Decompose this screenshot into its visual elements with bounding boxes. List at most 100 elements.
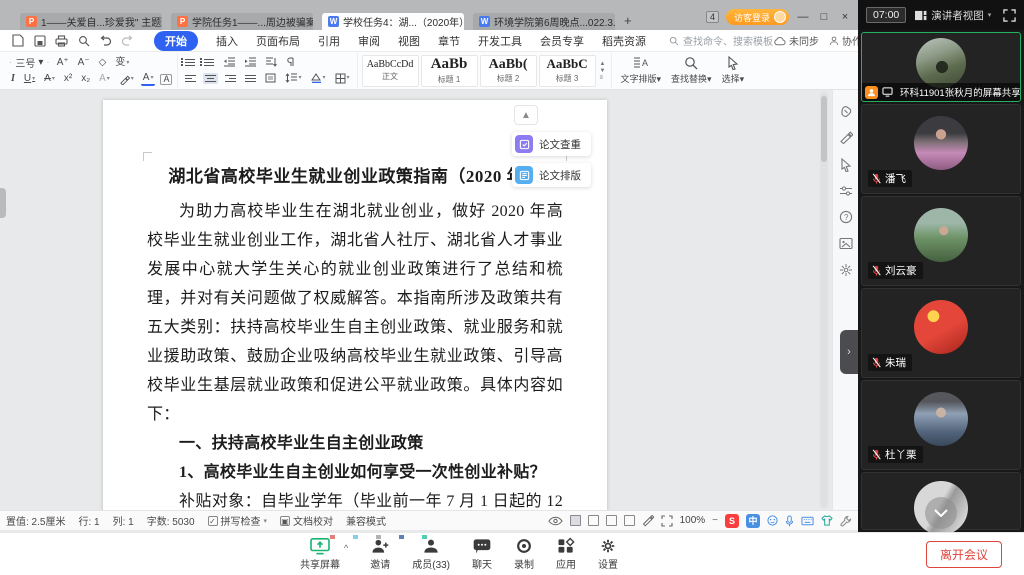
style-heading1[interactable]: AaBb 标题 1 xyxy=(421,55,478,87)
ribbon-tab-section[interactable]: 章节 xyxy=(438,33,460,49)
undo-icon[interactable] xyxy=(98,33,113,48)
settings-button[interactable]: 设置 xyxy=(598,537,618,571)
scrollbar-thumb[interactable] xyxy=(821,96,827,162)
fit-page-icon[interactable] xyxy=(661,515,673,527)
chat-button[interactable]: 聊天 xyxy=(472,537,492,571)
video-tile[interactable]: 刘云豪 xyxy=(861,196,1021,286)
left-panel-handle[interactable] xyxy=(0,188,6,218)
decrease-indent-icon[interactable] xyxy=(221,56,237,68)
clear-format-icon[interactable]: ◇ xyxy=(97,57,109,69)
strikethrough-icon[interactable]: A▾ xyxy=(42,73,57,85)
fullscreen-icon[interactable] xyxy=(1003,9,1016,22)
pen-icon[interactable] xyxy=(839,131,853,145)
font-color-icon[interactable]: A▾ xyxy=(141,72,156,86)
ime-emoji-icon[interactable] xyxy=(767,515,778,526)
ime-toolbox-icon[interactable] xyxy=(840,515,852,527)
close-button[interactable]: × xyxy=(838,11,852,23)
cursor-icon[interactable] xyxy=(840,158,852,172)
italic-icon[interactable]: I xyxy=(9,73,17,85)
share-screen-button[interactable]: 共享屏幕 xyxy=(300,537,340,571)
pinyin-icon[interactable]: 变▾ xyxy=(113,57,131,69)
ribbon-tab-review[interactable]: 审阅 xyxy=(358,33,380,49)
doc-tab-1[interactable]: P 1——关爱自...珍爱我" 主题班会 xyxy=(20,13,162,30)
zoom-out-icon[interactable]: − xyxy=(712,515,718,526)
ribbon-tab-references[interactable]: 引用 xyxy=(318,33,340,49)
increase-font-icon[interactable]: A⁺ xyxy=(55,57,71,69)
doc-tab-3-active[interactable]: W 学校任务4：湖...（2020年） × xyxy=(322,13,464,30)
new-file-icon[interactable] xyxy=(10,33,25,48)
paper-check-button[interactable]: 论文查重 xyxy=(512,132,591,156)
doc-proof-button[interactable]: ▣ 文档校对 xyxy=(280,513,333,528)
char-border-icon[interactable]: A xyxy=(160,74,172,85)
zoom-level[interactable]: 100% xyxy=(680,515,706,526)
style-heading2[interactable]: AaBb( 标题 2 xyxy=(480,55,537,87)
bullet-list-icon[interactable] xyxy=(183,57,197,68)
superscript-icon[interactable]: x² xyxy=(62,73,74,85)
new-tab-button[interactable]: + xyxy=(624,13,632,28)
view-mode-button[interactable]: 演讲者视图 ▾ xyxy=(914,8,991,23)
save-icon[interactable] xyxy=(32,33,47,48)
style-gallery-scroll[interactable]: ▲▼≡ xyxy=(598,61,608,81)
paper-layout-button[interactable]: 论文排版 xyxy=(512,163,591,187)
sogou-ime-icon[interactable]: S xyxy=(725,514,739,528)
ime-chinese-icon[interactable]: 中 xyxy=(746,514,760,528)
char-shading-icon[interactable]: A▾ xyxy=(97,73,112,85)
doc-tab-2[interactable]: P 学院任务1——...周边被骗案件通报 xyxy=(171,13,313,30)
ribbon-tab-home[interactable]: 开始 xyxy=(154,31,198,51)
font-size-combo[interactable]: ·三号▾· xyxy=(9,55,50,70)
video-tile[interactable]: 潘飞 xyxy=(861,104,1021,194)
help-icon[interactable]: ? xyxy=(839,210,853,224)
leave-meeting-button[interactable]: 离开会议 xyxy=(926,541,1002,568)
window-count-badge[interactable]: 4 xyxy=(706,11,719,23)
ribbon-tab-page-layout[interactable]: 页面布局 xyxy=(256,33,300,49)
maximize-button[interactable]: □ xyxy=(817,11,831,23)
gesture-icon[interactable] xyxy=(839,104,853,118)
outline-view-icon[interactable] xyxy=(588,515,599,526)
align-center-icon[interactable] xyxy=(203,73,218,84)
shading-icon[interactable]: ▾ xyxy=(309,72,328,84)
ime-skin-icon[interactable] xyxy=(821,515,833,526)
find-replace-button[interactable]: 查找替换▾ xyxy=(671,56,712,85)
vertical-scrollbar[interactable] xyxy=(820,92,828,508)
expand-panel-button[interactable]: › xyxy=(840,330,858,374)
ribbon-tab-docer[interactable]: 稻壳资源 xyxy=(602,33,646,49)
flower-icon[interactable] xyxy=(839,263,853,277)
show-marks-icon[interactable] xyxy=(284,56,298,68)
ime-mic-icon[interactable] xyxy=(785,515,794,527)
word-count[interactable]: 字数: 5030 xyxy=(147,513,195,528)
command-search[interactable]: 查找命令、搜索模板 xyxy=(669,33,773,48)
align-justify-icon[interactable] xyxy=(243,73,258,84)
align-left-icon[interactable] xyxy=(183,73,198,84)
print-icon[interactable] xyxy=(54,33,69,48)
redo-icon[interactable] xyxy=(120,33,135,48)
distribute-icon[interactable] xyxy=(263,72,278,84)
video-tile[interactable]: 朱瑞 xyxy=(861,288,1021,378)
align-right-icon[interactable] xyxy=(223,73,238,84)
spellcheck-toggle[interactable]: ✓ 拼写检查 ▾ xyxy=(208,513,268,528)
increase-indent-icon[interactable] xyxy=(242,56,258,68)
decrease-font-icon[interactable]: A⁻ xyxy=(76,57,92,69)
ribbon-tab-member[interactable]: 会员专享 xyxy=(540,33,584,49)
minimize-button[interactable]: — xyxy=(796,11,810,23)
subscript-icon[interactable]: x₂ xyxy=(79,73,92,85)
ime-keyboard-icon[interactable] xyxy=(801,516,814,526)
scroll-down-button[interactable] xyxy=(925,497,957,529)
text-layout-button[interactable]: A 文字排版▾ xyxy=(620,56,661,85)
web-view-icon[interactable] xyxy=(606,515,617,526)
record-button[interactable]: 录制 xyxy=(514,537,534,571)
highlight-icon[interactable]: ▾ xyxy=(117,73,136,86)
video-tile-sharer[interactable]: 环科11901张秋月的屏幕共享 xyxy=(861,32,1021,102)
invite-button[interactable]: 邀请 xyxy=(370,537,390,571)
border-icon[interactable]: ▾ xyxy=(333,72,352,85)
ribbon-tab-view[interactable]: 视图 xyxy=(398,33,420,49)
eye-protect-icon[interactable] xyxy=(548,516,563,526)
login-button[interactable]: 访客登录 xyxy=(726,9,789,25)
number-list-icon[interactable] xyxy=(202,57,216,68)
share-options-caret[interactable]: ^ xyxy=(344,543,348,553)
sort-icon[interactable] xyxy=(263,56,279,68)
sync-status-button[interactable]: 未同步 xyxy=(773,33,819,48)
ribbon-tab-devtools[interactable]: 开发工具 xyxy=(478,33,522,49)
underline-icon[interactable]: U▾ xyxy=(22,73,37,85)
read-view-icon[interactable] xyxy=(624,515,635,526)
image-edit-icon[interactable] xyxy=(839,237,853,250)
